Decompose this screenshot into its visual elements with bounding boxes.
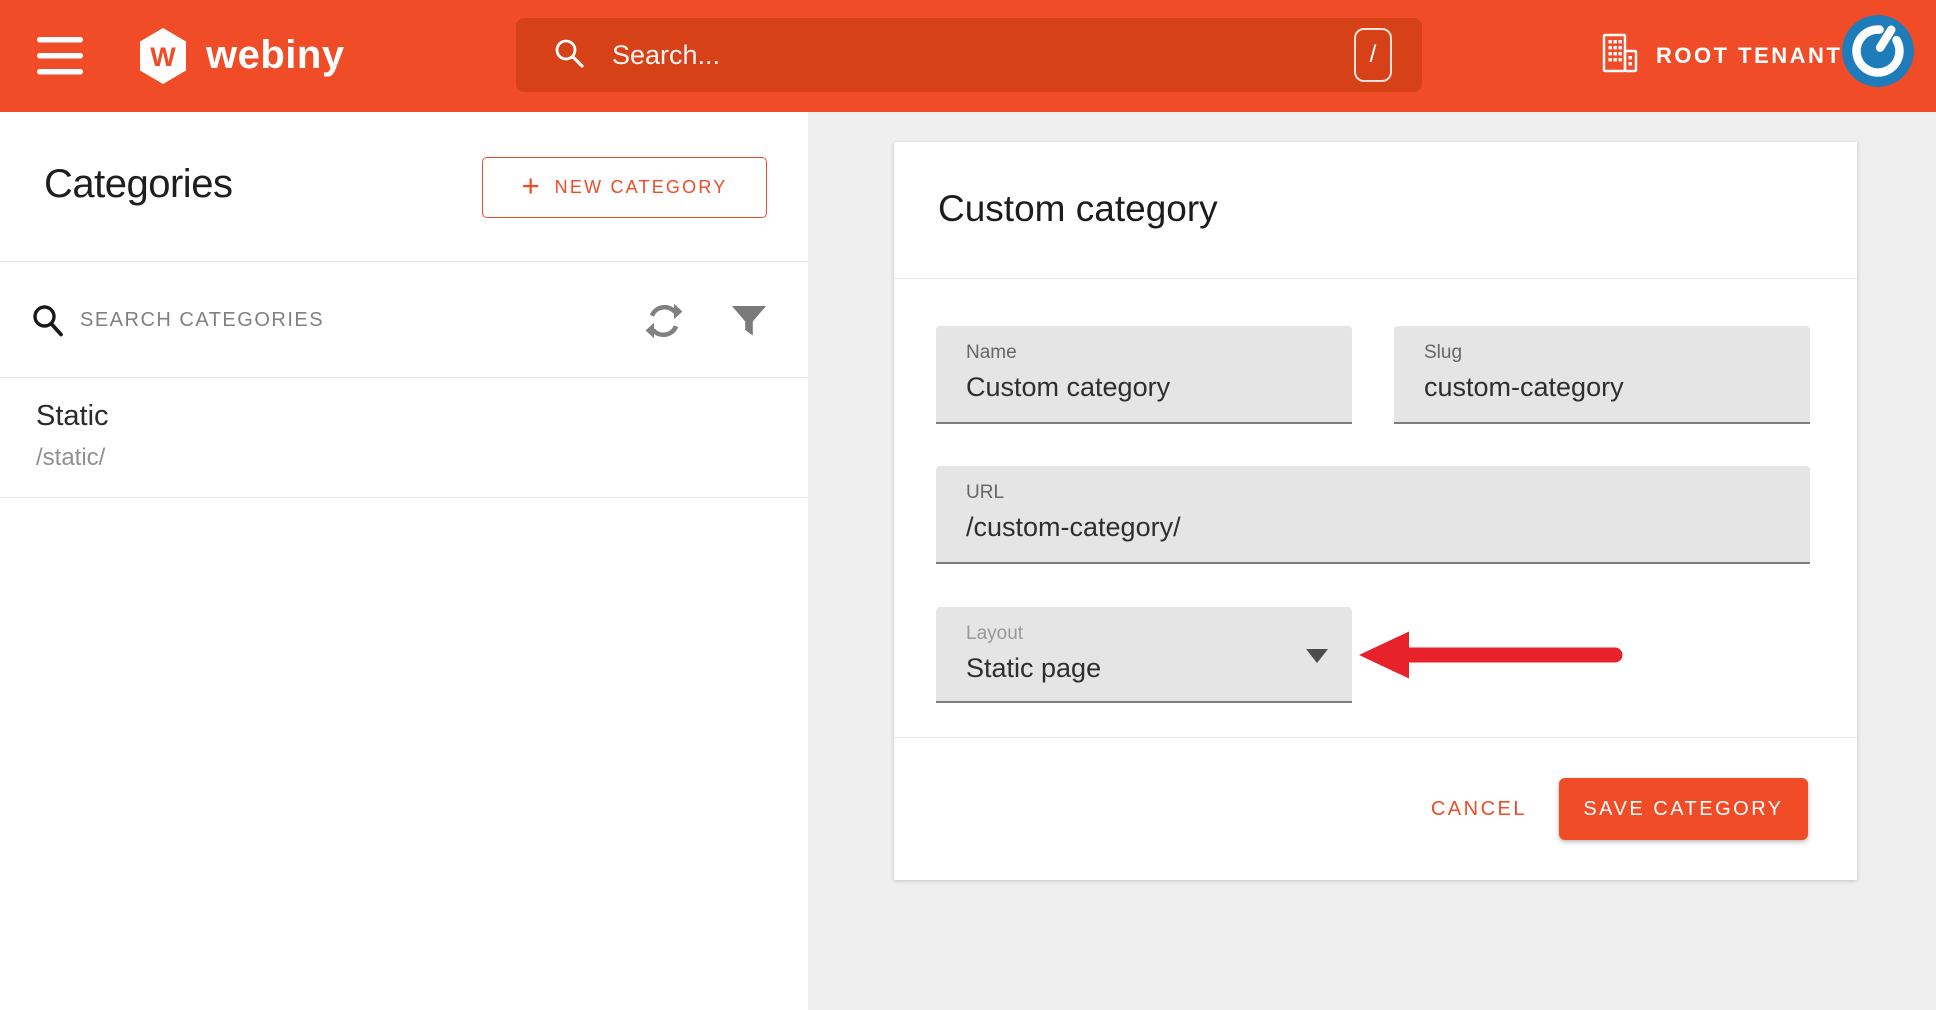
category-name: Static: [36, 400, 109, 433]
name-field[interactable]: Name Custom category: [936, 326, 1352, 424]
category-url: /static/: [36, 444, 105, 472]
global-search-input[interactable]: [612, 40, 1354, 71]
page-title: Categories: [44, 162, 232, 207]
search-icon: [30, 303, 66, 344]
category-form-card: Custom category Name Custom category Slu…: [894, 142, 1857, 880]
refresh-button[interactable]: [642, 300, 686, 344]
form-footer: CANCEL SAVE CATEGORY: [894, 737, 1857, 880]
chevron-down-icon: [1306, 649, 1328, 663]
webiny-hexagon-icon: W: [140, 28, 186, 84]
webiny-logo[interactable]: W webiny: [140, 24, 345, 88]
name-value: Custom category: [966, 372, 1352, 403]
gravatar-power-icon: [1842, 74, 1914, 87]
filter-button[interactable]: [727, 300, 771, 344]
webiny-wordmark: webiny: [206, 33, 345, 78]
new-category-label: NEW CATEGORY: [555, 177, 728, 198]
url-label: URL: [966, 482, 1810, 504]
url-field[interactable]: URL /custom-category/: [936, 466, 1810, 564]
global-search-bar[interactable]: /: [516, 18, 1422, 92]
refresh-icon: [643, 300, 685, 345]
slug-value: custom-category: [1424, 372, 1810, 403]
category-list-item-static[interactable]: Static /static/: [0, 378, 808, 498]
url-value: /custom-category/: [966, 512, 1810, 543]
hamburger-menu-button[interactable]: [36, 36, 84, 76]
form-title: Custom category: [938, 188, 1218, 230]
new-category-button[interactable]: + NEW CATEGORY: [482, 157, 767, 218]
categories-search-input[interactable]: [80, 295, 600, 345]
search-shortcut-badge: /: [1354, 28, 1392, 82]
webiny-admin-screen: W webiny /: [0, 0, 1936, 1010]
layout-select[interactable]: Layout Static page: [936, 607, 1352, 703]
slug-label: Slug: [1424, 342, 1810, 364]
slug-field[interactable]: Slug custom-category: [1394, 326, 1810, 424]
search-icon: [552, 36, 586, 75]
svg-text:W: W: [150, 42, 176, 72]
categories-search-row: [0, 262, 808, 378]
red-arrow-annotation: [1357, 629, 1629, 686]
name-label: Name: [966, 342, 1352, 364]
categories-header: Categories + NEW CATEGORY: [0, 112, 808, 262]
content-area: Custom category Name Custom category Slu…: [808, 112, 1936, 1010]
categories-panel: Categories + NEW CATEGORY: [0, 112, 808, 1010]
top-app-bar: W webiny /: [0, 0, 1936, 112]
save-category-button[interactable]: SAVE CATEGORY: [1559, 778, 1808, 840]
form-title-row: Custom category: [894, 142, 1857, 279]
filter-funnel-icon: [730, 302, 768, 343]
tenant-selector[interactable]: ROOT TENANT: [1584, 30, 1842, 82]
hamburger-icon: [36, 36, 84, 76]
building-icon: [1602, 33, 1638, 79]
layout-value: Static page: [966, 653, 1352, 684]
layout-label: Layout: [966, 623, 1352, 645]
user-avatar[interactable]: [1842, 15, 1914, 87]
plus-icon: +: [522, 168, 540, 204]
tenant-label: ROOT TENANT: [1656, 43, 1842, 69]
cancel-button[interactable]: CANCEL: [1431, 798, 1527, 821]
